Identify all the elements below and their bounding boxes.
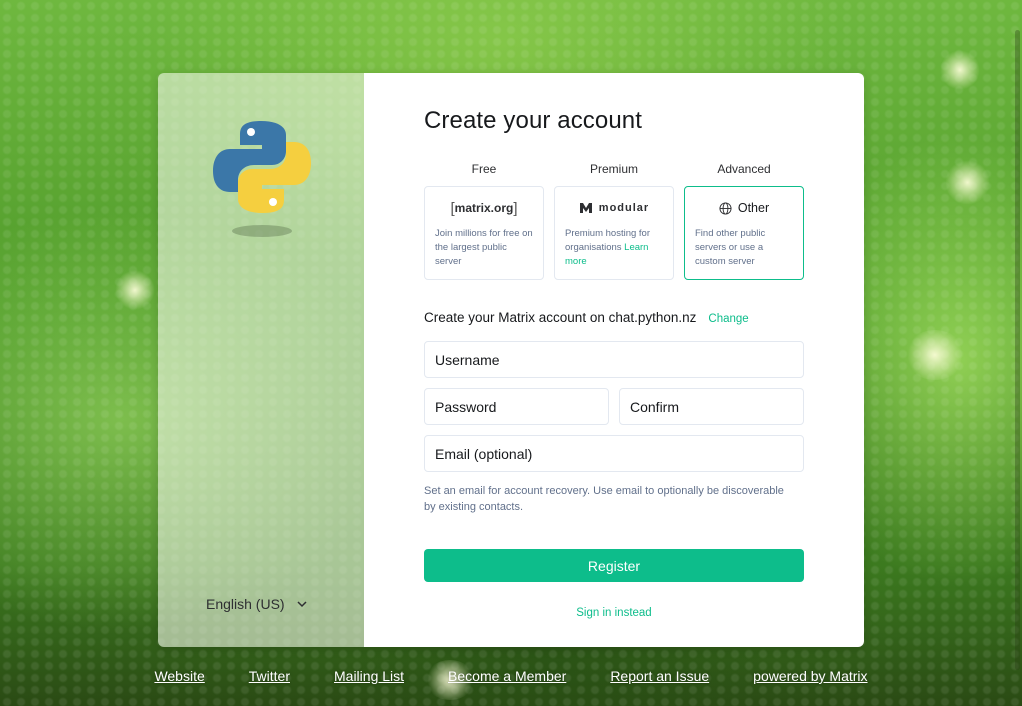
plan-description: Premium hosting for organisations Learn … [565,228,651,267]
username-input[interactable] [435,351,793,368]
plan-free-option[interactable]: [matrix.org] Join millions for free on t… [424,186,544,280]
page-title: Create your account [424,107,643,134]
server-info: Create your Matrix account on chat.pytho… [424,310,749,325]
chevron-down-icon [297,601,307,608]
plan-premium-option[interactable]: modular Premium hosting for organisation… [554,186,674,280]
plan-label: Advanced [717,162,771,176]
server-plan-selector: Free [matrix.org] Join millions for free… [424,162,804,280]
plan-label: Free [471,162,497,176]
footer-link-twitter[interactable]: Twitter [249,668,290,684]
plan-description: Join millions for free on the largest pu… [435,228,533,267]
registration-card: English (US) Create your account Free [m… [158,73,864,647]
background-bokeh [945,160,990,205]
footer-links: Website Twitter Mailing List Become a Me… [0,668,1022,684]
registration-form: Create your account Free [matrix.org] Jo… [364,73,864,647]
footer-link-become-member[interactable]: Become a Member [448,668,566,684]
modular-logo: modular [565,197,663,219]
globe-icon [719,201,732,215]
confirm-password-field[interactable] [619,388,804,425]
background-bokeh [115,270,155,310]
email-field[interactable] [424,435,804,472]
python-logo-icon [212,119,312,239]
plan-free: Free [matrix.org] Join millions for free… [424,162,544,280]
password-input[interactable] [435,398,598,415]
email-hint: Set an email for account recovery. Use e… [424,485,784,513]
footer-link-report-issue[interactable]: Report an Issue [610,668,709,684]
footer-link-powered-by-matrix[interactable]: powered by Matrix [753,668,867,684]
change-server-link[interactable]: Change [708,313,748,325]
plan-premium: Premium modular Premium hosting for orga… [554,162,674,280]
plan-advanced: Advanced Other Find other public servers… [684,162,804,280]
modular-icon [579,203,592,213]
email-input[interactable] [435,445,793,462]
username-field[interactable] [424,341,804,378]
password-field[interactable] [424,388,609,425]
page-scrollbar[interactable] [1015,30,1020,670]
server-text: Create your Matrix account on chat.pytho… [424,310,697,325]
plan-description: Find other public servers or use a custo… [695,228,766,267]
language-label: English (US) [206,596,285,612]
background-bokeh [940,50,980,90]
language-selector[interactable]: English (US) [206,596,309,612]
sign-in-link[interactable]: Sign in instead [424,607,804,619]
matrix-org-logo: [matrix.org] [450,199,518,217]
confirm-password-input[interactable] [630,398,793,415]
other-server-logo: Other [695,197,793,219]
register-button[interactable]: Register [424,549,804,582]
footer-link-website[interactable]: Website [154,668,204,684]
auth-sidebar: English (US) [158,73,364,647]
footer-link-mailing-list[interactable]: Mailing List [334,668,404,684]
plan-advanced-option[interactable]: Other Find other public servers or use a… [684,186,804,280]
background-bokeh [905,330,965,380]
plan-label: Premium [589,162,638,176]
